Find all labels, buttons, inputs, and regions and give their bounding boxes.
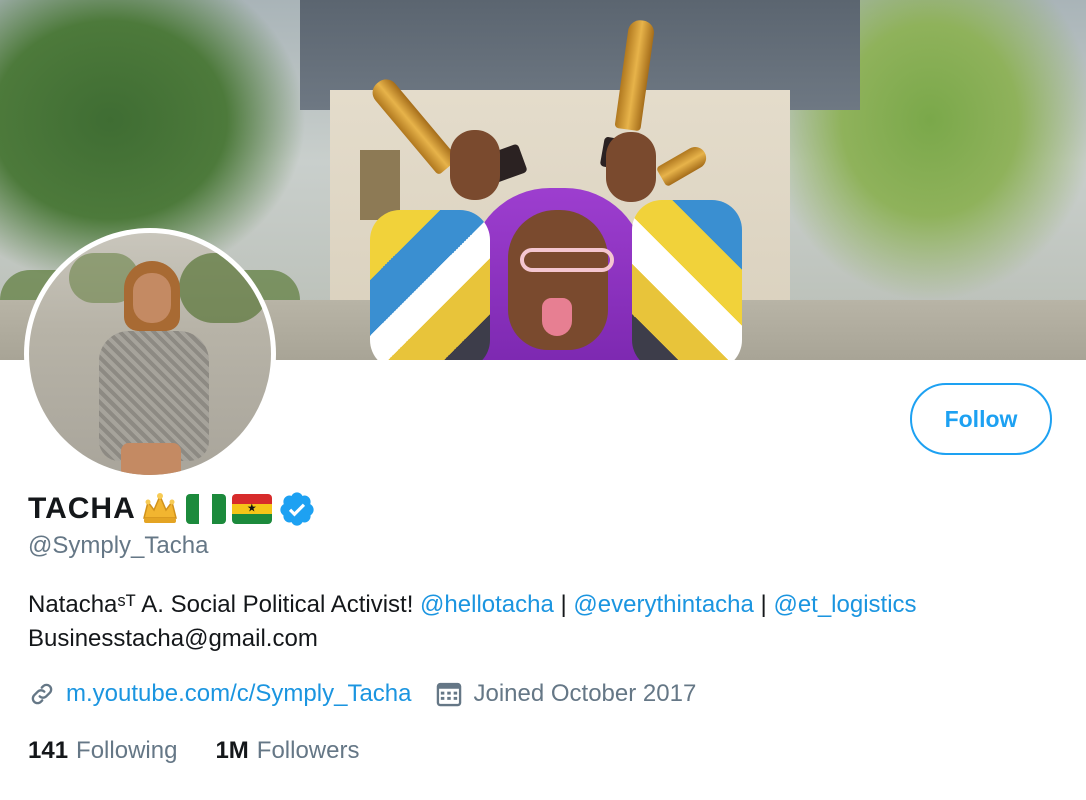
bio-text: Natachaˢᵀ A. Social Political Activist! xyxy=(28,591,414,618)
hand xyxy=(606,132,656,202)
avatar-face xyxy=(133,273,171,323)
following-label: Following xyxy=(76,737,178,764)
bio-separator: | xyxy=(760,591,767,618)
profile-bio: Natachaˢᵀ A. Social Political Activist! … xyxy=(28,588,1068,656)
following-count: 141 xyxy=(28,737,69,764)
mouth xyxy=(542,298,572,336)
sleeve xyxy=(632,200,742,360)
profile-meta-row: m.youtube.com/c/Symply_Tacha Joined Octo… xyxy=(28,676,696,712)
display-name: TACHA xyxy=(28,492,136,525)
crown-icon xyxy=(142,493,177,523)
avatar-dress xyxy=(99,331,209,461)
link-icon xyxy=(31,683,53,705)
website-link[interactable]: m.youtube.com/c/Symply_Tacha xyxy=(66,680,411,708)
avatar-tree xyxy=(179,253,269,323)
followers-label: Followers xyxy=(256,737,360,764)
followers-count: 1M xyxy=(215,737,249,764)
profile-handle: @Symply_Tacha xyxy=(28,532,209,559)
nigeria-flag-icon xyxy=(185,494,226,524)
banner-person xyxy=(367,10,742,360)
follow-button[interactable]: Follow xyxy=(910,383,1052,455)
verified-badge-icon xyxy=(280,492,314,526)
ghana-flag-icon: ★ xyxy=(231,494,272,524)
calendar-icon xyxy=(437,682,462,707)
avatar-legs xyxy=(121,443,181,475)
sleeve xyxy=(370,210,490,360)
profile-stats: 141 Following 1M Followers xyxy=(28,734,359,768)
trophy-icon xyxy=(367,74,459,176)
trophy-icon xyxy=(655,142,711,188)
profile-name-row: TACHA ★ xyxy=(28,490,316,528)
following-link[interactable]: 141 Following xyxy=(28,737,177,765)
mention-link[interactable]: @et_logistics xyxy=(773,591,916,618)
joined-date: Joined October 2017 xyxy=(473,680,697,707)
mention-link[interactable]: @hellotacha xyxy=(420,591,554,618)
mention-link[interactable]: @everythintacha xyxy=(573,591,753,618)
bio-email: Businesstacha@gmail.com xyxy=(28,625,318,652)
trophy-icon xyxy=(614,18,656,132)
glasses xyxy=(520,248,614,272)
followers-link[interactable]: 1M Followers xyxy=(215,737,359,765)
avatar-photo xyxy=(29,233,271,475)
bio-separator: | xyxy=(560,591,567,618)
hand xyxy=(450,130,500,200)
profile-avatar[interactable] xyxy=(24,228,276,480)
